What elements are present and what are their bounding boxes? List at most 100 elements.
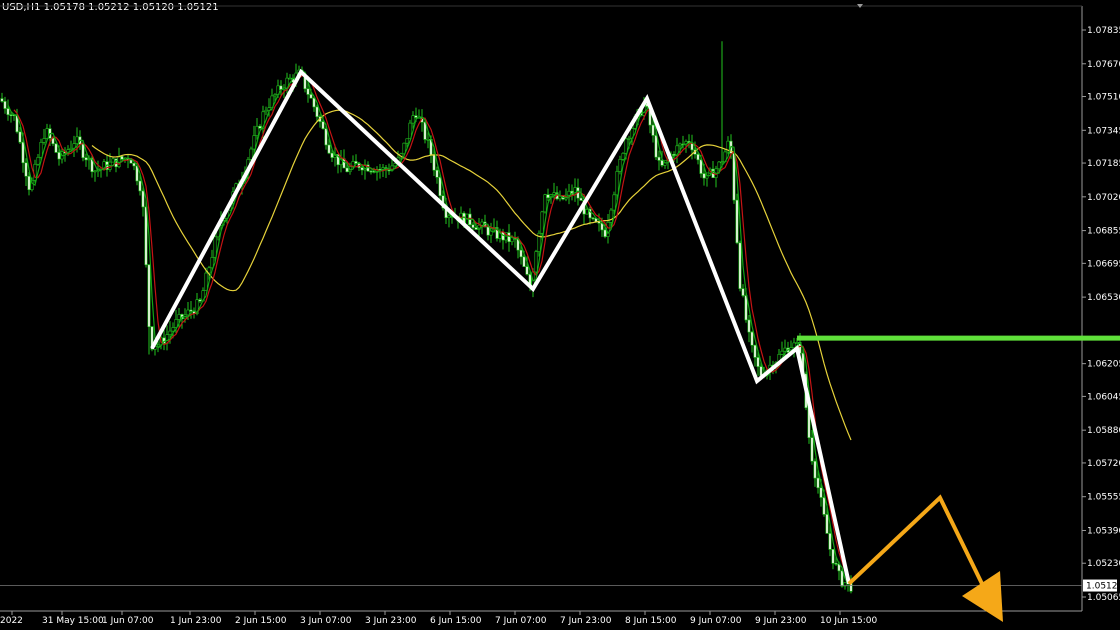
candle-body [81, 143, 85, 158]
candle-body [387, 169, 391, 172]
candle-body [534, 251, 538, 273]
candle-body [54, 143, 58, 153]
candle [780, 341, 784, 356]
candle-body [426, 139, 430, 141]
candle [363, 159, 367, 180]
candle [132, 162, 136, 171]
price-chart[interactable]: 1.07835 1.07670 1.07510 1.07345 1.07185 1.070… [0, 0, 1120, 630]
candle [435, 166, 439, 184]
candle-body [93, 170, 97, 173]
candle-body [174, 319, 178, 328]
candle [84, 153, 88, 167]
candle [831, 549, 835, 570]
candle [738, 240, 742, 292]
candle [591, 216, 595, 221]
chart-window[interactable]: USD,H1 1.05178 1.05212 1.05120 1.05121 1… [0, 0, 1120, 630]
x-tick-label: 1 Jun 23:00 [170, 616, 222, 626]
candle-body [702, 173, 706, 179]
candle-body [750, 331, 754, 346]
candle [618, 155, 622, 175]
candle [786, 341, 790, 354]
candle-body [612, 194, 616, 211]
candle-body [780, 350, 784, 355]
price-tag-label: 1.05121 [1086, 582, 1120, 592]
candle-body [519, 249, 523, 258]
candle-body [330, 152, 334, 158]
candle-body [138, 180, 142, 192]
candle-body [738, 242, 742, 289]
candle [264, 106, 268, 116]
x-tick-label: 1 Jun 07:00 [102, 616, 154, 626]
candle [606, 213, 610, 244]
candle [570, 184, 574, 201]
candle [255, 118, 259, 140]
candle-body [141, 190, 145, 208]
candle-body [42, 138, 46, 143]
candle [180, 313, 184, 329]
candle-body [567, 190, 571, 196]
candle [315, 104, 319, 122]
candle-body [39, 142, 43, 158]
candle-body [660, 160, 664, 166]
x-tick-label: 2022 [0, 616, 23, 626]
x-tick-label: 31 May 15:00 [42, 616, 104, 626]
candle-body [822, 497, 826, 515]
candle [3, 96, 7, 114]
candle-body [252, 135, 256, 150]
y-tick-label: 1.07670 [1087, 60, 1120, 70]
candle-body [717, 161, 721, 170]
candle-body [405, 138, 409, 144]
candle-body [579, 197, 583, 201]
candle [447, 213, 451, 228]
candle-body [177, 314, 181, 320]
candle [726, 136, 730, 155]
candle [507, 224, 511, 252]
candle-body [9, 114, 13, 116]
candle-body [393, 163, 397, 167]
candle [279, 80, 283, 96]
candle-body [792, 342, 796, 348]
x-tick-label: 7 Jun 23:00 [560, 616, 612, 626]
y-tick-label: 1.07835 [1087, 26, 1120, 36]
candle [36, 153, 40, 166]
candle-body [840, 570, 844, 587]
y-tick-label: 1.07345 [1087, 126, 1120, 136]
candle-body [525, 266, 529, 275]
y-tick-label: 1.06695 [1087, 259, 1120, 269]
candle-body [759, 366, 763, 377]
candle [546, 188, 550, 202]
candle-body [327, 144, 331, 154]
candle [42, 129, 46, 145]
candle [573, 178, 577, 202]
candle-body [603, 229, 607, 237]
candle-body [213, 236, 217, 258]
candle [111, 157, 115, 163]
candle-body [471, 224, 475, 228]
candle [24, 158, 28, 187]
candle [534, 249, 538, 274]
candle-body [171, 327, 175, 332]
candle-body [474, 227, 478, 230]
candle-body [741, 288, 745, 296]
candle-body [75, 136, 79, 144]
candle-body [120, 156, 124, 160]
candle-body [828, 533, 832, 550]
candle-body [699, 159, 703, 174]
candle-body [186, 309, 190, 316]
candle [147, 263, 151, 355]
candle-body [651, 124, 655, 136]
x-tick-label: 8 Jun 15:00 [625, 616, 677, 626]
y-tick-label: 1.05390 [1087, 526, 1120, 536]
y-tick-label: 1.07510 [1087, 93, 1120, 103]
candle [384, 165, 388, 178]
candle-body [264, 109, 268, 113]
candle-body [306, 88, 310, 95]
candle-body [615, 171, 619, 196]
candle-body [735, 199, 739, 244]
candle-body [435, 169, 439, 178]
y-tick-label: 1.05555 [1087, 493, 1120, 503]
candle-body [813, 460, 817, 479]
candle [813, 458, 817, 487]
y-tick-label: 1.06045 [1087, 392, 1120, 402]
candle [753, 344, 757, 367]
